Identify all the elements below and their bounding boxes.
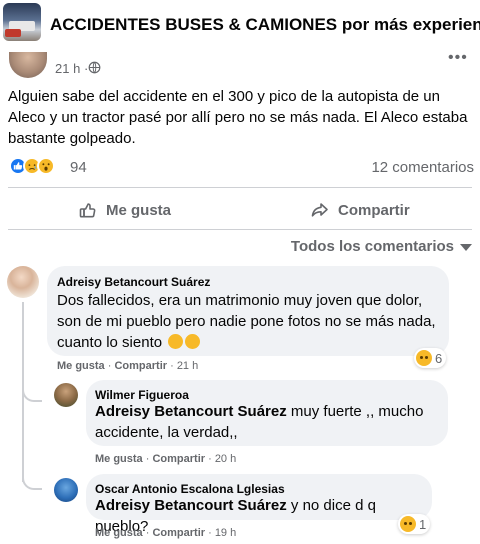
mention-link[interactable]: Adreisy Betancourt Suárez — [95, 497, 287, 514]
caret-down-icon — [460, 244, 472, 251]
comment-text: Dos fallecidos, era un matrimonio muy jo… — [57, 290, 439, 353]
comment-share-link[interactable]: Compartir — [152, 527, 205, 539]
commenter-avatar[interactable] — [54, 383, 78, 407]
comment-share-link[interactable]: Compartir — [152, 453, 205, 465]
share-icon — [311, 203, 328, 217]
sort-label: Todos los comentarios — [290, 238, 454, 255]
post-timestamp[interactable]: 21 h · — [55, 61, 88, 76]
share-button[interactable]: Compartir — [310, 199, 410, 221]
comment-bubble: Wilmer Figueroa Adreisy Betancourt Suáre… — [86, 380, 448, 446]
comment-time[interactable]: 21 h — [177, 360, 198, 372]
sad-icon — [416, 350, 432, 366]
comment-time[interactable]: 20 h — [215, 453, 236, 465]
comment-reaction-count: 1 — [419, 516, 427, 532]
like-label: Me gusta — [106, 201, 172, 219]
comment-text-value: Dos fallecidos, era un matrimonio muy jo… — [57, 292, 436, 351]
comment-share-link[interactable]: Compartir — [114, 360, 167, 372]
comment-like-link[interactable]: Me gusta — [95, 453, 143, 465]
divider-bottom — [8, 229, 472, 230]
comments-count[interactable]: 12 comentarios — [371, 159, 474, 176]
comment-like-link[interactable]: Me gusta — [57, 360, 105, 372]
comment-reaction-badge[interactable]: 1 — [398, 514, 431, 534]
comment-meta: Me gusta · Compartir · 21 h — [57, 360, 199, 372]
group-thumbnail[interactable] — [3, 3, 41, 41]
group-title[interactable]: ACCIDENTES BUSES & CAMIONES por más expe… — [50, 15, 480, 35]
mention-link[interactable]: Adreisy Betancourt Suárez — [95, 403, 287, 420]
comment-time[interactable]: 19 h — [215, 527, 236, 539]
truck-shape — [5, 29, 21, 37]
comment-author[interactable]: Wilmer Figueroa — [95, 388, 189, 402]
comment-text: Adreisy Betancourt Suárez muy fuerte ,, … — [95, 401, 443, 443]
commenter-avatar[interactable] — [54, 478, 78, 502]
disappointed-face-icon — [168, 334, 184, 349]
disappointed-face-icon — [185, 334, 201, 349]
commenter-avatar[interactable] — [7, 266, 39, 298]
post-time-value: 21 h — [55, 61, 81, 76]
comment-sort-dropdown[interactable]: Todos los comentarios — [291, 238, 472, 255]
wow-icon — [37, 157, 55, 175]
sad-icon — [400, 516, 416, 532]
comment-bubble: Oscar Antonio Escalona Lglesias Adreisy … — [86, 474, 432, 535]
like-button[interactable]: Me gusta — [78, 199, 171, 221]
globe-icon — [88, 61, 101, 74]
comment-reaction-badge[interactable]: 6 — [414, 348, 447, 368]
comment-bubble: Adreisy Betancourt Suárez Dos fallecidos… — [47, 266, 449, 356]
more-options-icon[interactable]: ••• — [448, 49, 468, 67]
reaction-count[interactable]: 94 — [70, 159, 87, 176]
thumbs-up-icon — [79, 203, 96, 218]
reply-connector — [22, 384, 42, 402]
comment-reaction-count: 6 — [435, 350, 443, 366]
share-label: Compartir — [338, 201, 410, 219]
comment-meta: Me gusta · Compartir · 20 h — [95, 453, 237, 465]
divider-top — [8, 187, 472, 188]
reply-connector — [22, 472, 42, 490]
post-text: Alguien sabe del accidente en el 300 y p… — [8, 88, 468, 147]
comment-author[interactable]: Adreisy Betancourt Suárez — [57, 275, 210, 289]
comment-like-link[interactable]: Me gusta — [95, 527, 143, 539]
comment-meta: Me gusta · Compartir · 19 h — [95, 527, 237, 539]
post-author-avatar[interactable] — [9, 52, 47, 78]
comment-author[interactable]: Oscar Antonio Escalona Lglesias — [95, 482, 285, 496]
group-header: ACCIDENTES BUSES & CAMIONES por más expe… — [0, 0, 480, 50]
